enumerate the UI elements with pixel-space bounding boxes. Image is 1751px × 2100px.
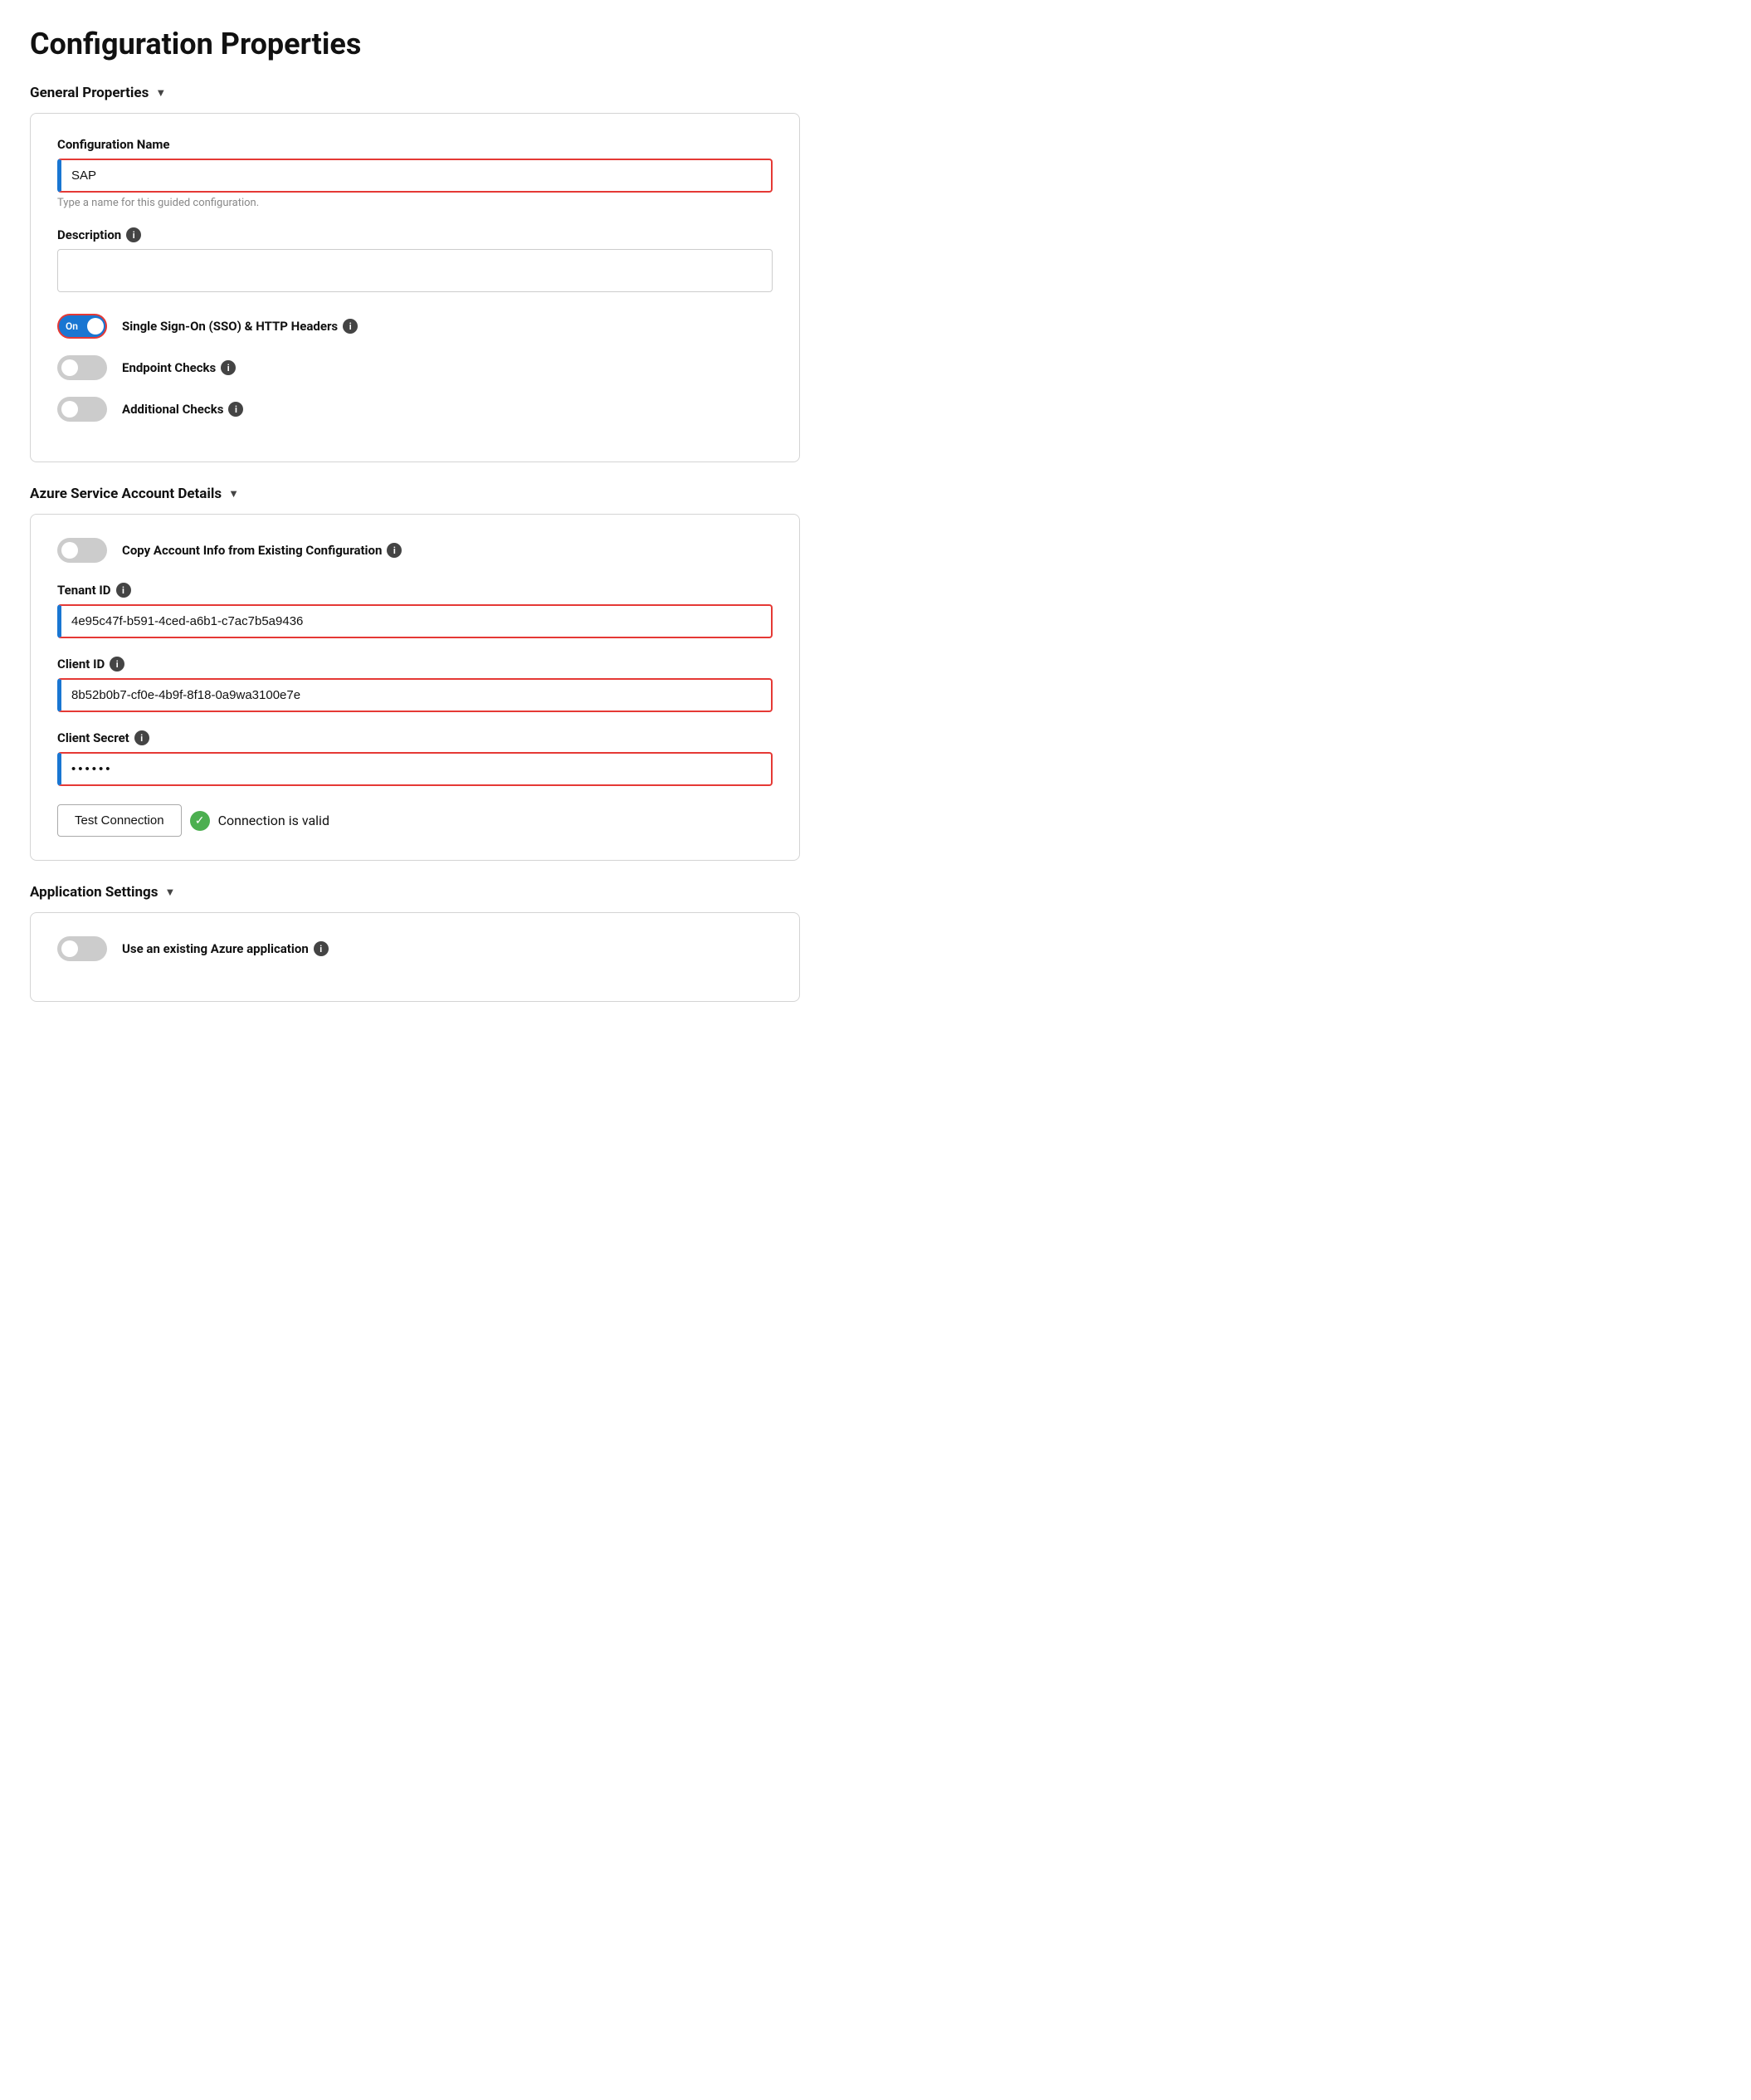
copy-account-toggle[interactable] <box>57 538 107 563</box>
azure-chevron[interactable]: ▼ <box>228 487 239 501</box>
additional-info-icon[interactable]: i <box>228 402 243 417</box>
azure-section-label: Azure Service Account Details <box>30 486 222 502</box>
tenant-id-input[interactable] <box>57 604 773 638</box>
client-secret-input[interactable] <box>57 752 773 786</box>
endpoint-toggle-label: Endpoint Checks i <box>122 360 236 375</box>
tenant-id-label: Tenant ID i <box>57 583 773 598</box>
general-properties-card: Configuration Name Type a name for this … <box>30 113 800 462</box>
endpoint-toggle-row: Endpoint Checks i <box>57 355 773 380</box>
connection-valid-text: Connection is valid <box>218 813 329 828</box>
existing-azure-info-icon[interactable]: i <box>314 941 329 956</box>
description-info-icon[interactable]: i <box>126 227 141 242</box>
azure-section-card: Copy Account Info from Existing Configur… <box>30 514 800 861</box>
additional-toggle-row: Additional Checks i <box>57 397 773 422</box>
app-settings-label: Application Settings <box>30 884 158 901</box>
app-settings-chevron[interactable]: ▼ <box>164 886 175 899</box>
client-id-group: Client ID i <box>57 657 773 712</box>
sso-toggle-label: Single Sign-On (SSO) & HTTP Headers i <box>122 319 358 334</box>
config-name-group: Configuration Name Type a name for this … <box>57 137 773 209</box>
copy-account-label: Copy Account Info from Existing Configur… <box>122 543 402 558</box>
general-properties-label: General Properties <box>30 85 149 101</box>
additional-toggle-label: Additional Checks i <box>122 402 243 417</box>
test-connection-button[interactable]: Test Connection <box>57 804 182 837</box>
description-group: Description i <box>57 227 773 295</box>
client-id-label: Client ID i <box>57 657 773 672</box>
client-secret-info-icon[interactable]: i <box>134 730 149 745</box>
azure-section-header: Azure Service Account Details ▼ <box>30 486 800 502</box>
connection-status-row: Test Connection ✓ Connection is valid <box>57 804 773 837</box>
client-id-info-icon[interactable]: i <box>110 657 124 672</box>
tenant-id-group: Tenant ID i <box>57 583 773 638</box>
additional-toggle[interactable] <box>57 397 107 422</box>
copy-toggle-knob <box>61 542 78 559</box>
page-title: Configuration Properties <box>30 27 800 61</box>
sso-toggle[interactable]: On <box>57 314 107 339</box>
sso-info-icon[interactable]: i <box>343 319 358 334</box>
connection-valid-icon: ✓ <box>190 811 210 831</box>
tenant-info-icon[interactable]: i <box>116 583 131 598</box>
existing-azure-toggle[interactable] <box>57 936 107 961</box>
existing-azure-row: Use an existing Azure application i <box>57 936 773 961</box>
app-settings-header: Application Settings ▼ <box>30 884 800 901</box>
app-settings-card: Use an existing Azure application i <box>30 912 800 1002</box>
client-id-input[interactable] <box>57 678 773 712</box>
endpoint-toggle[interactable] <box>57 355 107 380</box>
existing-azure-knob <box>61 940 78 957</box>
config-name-input[interactable] <box>57 159 773 193</box>
sso-toggle-knob <box>87 318 104 335</box>
general-properties-header: General Properties ▼ <box>30 85 800 101</box>
config-name-label: Configuration Name <box>57 137 773 152</box>
copy-account-row: Copy Account Info from Existing Configur… <box>57 538 773 563</box>
endpoint-info-icon[interactable]: i <box>221 360 236 375</box>
config-name-hint: Type a name for this guided configuratio… <box>57 197 773 209</box>
description-label: Description i <box>57 227 773 242</box>
general-properties-chevron[interactable]: ▼ <box>155 86 166 100</box>
sso-on-label: On <box>66 320 78 332</box>
copy-info-icon[interactable]: i <box>387 543 402 558</box>
sso-toggle-row: On Single Sign-On (SSO) & HTTP Headers i <box>57 314 773 339</box>
description-input[interactable] <box>57 249 773 292</box>
client-secret-label: Client Secret i <box>57 730 773 745</box>
additional-toggle-knob <box>61 401 78 418</box>
endpoint-toggle-knob <box>61 359 78 376</box>
client-secret-group: Client Secret i <box>57 730 773 786</box>
existing-azure-label: Use an existing Azure application i <box>122 941 329 956</box>
